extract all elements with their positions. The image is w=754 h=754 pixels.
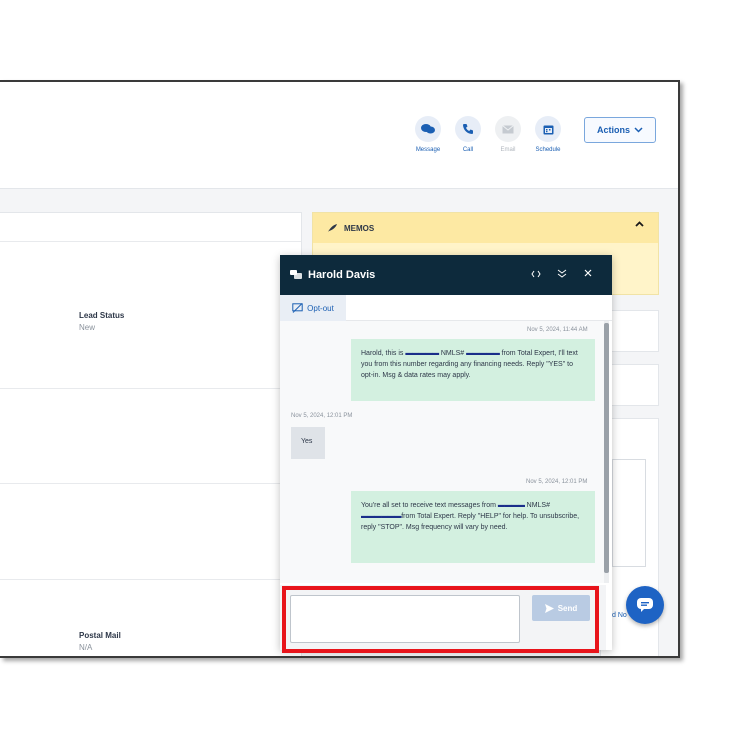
outbound-message: You're all set to receive text messages …: [351, 491, 595, 563]
message-thread: Nov 5, 2024, 11:44 AM Harold, this is ▬▬…: [280, 321, 606, 583]
redacted-name: ▬▬▬▬: [497, 502, 525, 509]
chat-bubbles-icon: [290, 270, 302, 279]
contact-header: Message Call Email Schedule Actions: [0, 82, 678, 189]
chat-launcher-button[interactable]: [626, 586, 664, 624]
redacted-nmls: ▬▬▬▬▬▬: [361, 513, 402, 520]
chat-contact-name: Harold Davis: [308, 269, 376, 281]
quick-actions: Message Call Email Schedule: [412, 116, 564, 153]
message-timestamp: Nov 5, 2024, 12:01 PM: [526, 479, 588, 485]
outbound-message: Harold, this is ▬▬▬▬▬ NMLS# ▬▬▬▬▬ from T…: [351, 339, 595, 401]
thread-scrollbar[interactable]: [604, 321, 609, 583]
actions-label: Actions: [596, 125, 630, 135]
calendar-icon: [535, 116, 561, 142]
message-action-label: Message: [415, 147, 441, 153]
message-timestamp: Nov 5, 2024, 12:01 PM: [291, 413, 353, 419]
postal-mail-value: N/A: [79, 643, 93, 652]
divider: [0, 241, 301, 242]
opt-out-label: Opt-out: [307, 303, 334, 313]
memos-header[interactable]: MEMOS: [313, 213, 658, 243]
message-text: NMLS#: [438, 350, 467, 357]
schedule-action-label: Schedule: [535, 147, 561, 153]
chevron-down-icon: [634, 127, 643, 133]
redacted-nmls: ▬▬▬▬▬: [466, 350, 500, 357]
chat-toolbar: Opt-out: [280, 295, 612, 321]
expand-icon[interactable]: [531, 269, 541, 279]
lead-status-value: New: [79, 323, 96, 332]
message-bubbles-icon: [415, 116, 441, 142]
message-text: You're all set to receive text messages …: [361, 502, 498, 509]
inbound-message: Yes: [291, 427, 325, 459]
close-icon[interactable]: [584, 269, 592, 277]
email-action-label: Email: [500, 147, 516, 153]
call-action-label: Call: [462, 147, 474, 153]
message-timestamp: Nov 5, 2024, 11:44 AM: [527, 327, 588, 333]
divider: [0, 388, 301, 389]
redacted-name: ▬▬▬▬▬: [405, 350, 439, 357]
chevron-up-icon[interactable]: [635, 221, 644, 227]
composer-highlight-box: [282, 586, 599, 653]
call-action[interactable]: Call: [452, 116, 484, 153]
contact-details-card: Lead Status New Postal Mail N/A: [0, 212, 302, 656]
message-text: Harold, this is: [361, 350, 406, 357]
opt-out-button[interactable]: Opt-out: [280, 295, 346, 321]
chat-icon: [637, 598, 653, 612]
add-note-link[interactable]: d No: [612, 612, 627, 619]
message-text: NMLS#: [524, 502, 550, 509]
actions-dropdown-button[interactable]: Actions: [584, 117, 656, 143]
message-action[interactable]: Message: [412, 116, 444, 153]
postal-mail-label: Postal Mail: [79, 631, 121, 640]
schedule-action[interactable]: Schedule: [532, 116, 564, 153]
memos-title: MEMOS: [344, 223, 375, 233]
minimize-icon[interactable]: [557, 269, 567, 279]
memo-feather-icon: [328, 224, 337, 232]
note-textarea[interactable]: [612, 459, 646, 567]
divider: [0, 579, 301, 580]
email-action[interactable]: Email: [492, 116, 524, 153]
phone-icon: [455, 116, 481, 142]
divider: [0, 483, 301, 484]
lead-status-label: Lead Status: [79, 311, 125, 320]
opt-out-icon: [292, 303, 303, 313]
envelope-icon: [495, 116, 521, 142]
scrollbar-thumb[interactable]: [604, 323, 609, 573]
chat-header: Harold Davis: [280, 255, 612, 295]
